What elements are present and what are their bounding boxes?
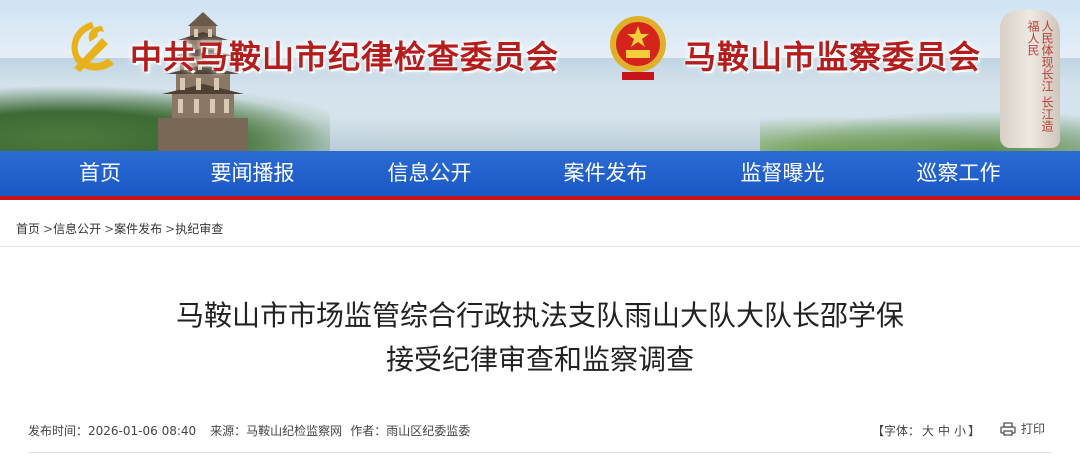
publish-time: 2026-01-06 08:40 [88, 424, 197, 438]
nav-item-case-release[interactable]: 案件发布 [548, 151, 663, 196]
breadcrumb-separator: > [104, 222, 115, 236]
printer-icon [1000, 421, 1016, 436]
font-size-open: 【字体： [872, 424, 921, 438]
breadcrumb-divider [0, 246, 1080, 247]
article-meta: 发布时间：2026-01-06 08:40 来源：马鞍山纪检监察网 作者：雨山区纪委… [28, 422, 470, 439]
supervision-title: 马鞍山市监察委员会 [684, 38, 982, 76]
breadcrumb-case-release[interactable]: 案件发布 [114, 222, 162, 236]
breadcrumb-discipline-review[interactable]: 执纪审查 [175, 222, 223, 236]
nav-item-info-disclosure[interactable]: 信息公开 [372, 151, 487, 196]
breadcrumb: 首页 >信息公开 >案件发布 >执纪审查 [16, 220, 223, 237]
nav-item-inspection-work[interactable]: 巡察工作 [901, 151, 1016, 196]
nav-item-home[interactable]: 首页 [50, 151, 150, 196]
national-emblem-icon [610, 16, 666, 80]
nav-item-supervision-exposure[interactable]: 监督曝光 [725, 151, 840, 196]
article-title-line2: 接受纪律审查和监察调查 [385, 343, 694, 376]
breadcrumb-home[interactable]: 首页 [16, 222, 40, 236]
main-nav: 首页 要闻播报 信息公开 案件发布 监督曝光 巡察工作 [0, 151, 1080, 196]
print-label: 打印 [1021, 422, 1046, 436]
breadcrumb-info-disclosure[interactable]: 信息公开 [53, 222, 101, 236]
breadcrumb-separator: > [43, 222, 54, 236]
site-banner: 人民体现长江 长江造福人民 中共马鞍山市纪律检查委员会 马鞍山市监察委员会 [0, 0, 1080, 151]
meta-divider [28, 452, 1052, 453]
ccdi-title: 中共马鞍山市纪律检查委员会 [130, 38, 560, 76]
party-emblem-icon [71, 22, 114, 72]
breadcrumb-separator: > [165, 222, 176, 236]
author-label: 作者： [350, 424, 387, 438]
pagoda-illustration [158, 12, 248, 151]
font-size-medium[interactable]: 中 [938, 424, 950, 438]
source: 马鞍山纪检监察网 [246, 424, 343, 438]
font-size-large[interactable]: 大 [922, 424, 934, 438]
nav-item-news[interactable]: 要闻播报 [195, 151, 310, 196]
source-label: 来源： [210, 424, 247, 438]
font-size-small[interactable]: 小 [954, 424, 966, 438]
stone-inscription: 人民体现长江 长江造福人民 [1026, 20, 1054, 132]
print-button[interactable]: 打印 [1000, 420, 1045, 437]
nav-accent-line [0, 196, 1080, 200]
author: 雨山区纪委监委 [386, 424, 471, 438]
article-title-line1: 马鞍山市市场监管综合行政执法支队雨山大队大队长邵学保 [175, 299, 904, 332]
font-size-close: 】 [968, 424, 981, 438]
publish-time-label: 发布时间： [28, 424, 89, 438]
article-title: 马鞍山市市场监管综合行政执法支队雨山大队大队长邵学保 接受纪律审查和监察调查 [0, 294, 1080, 382]
font-size-control: 【字体：大中小】 [872, 422, 980, 439]
